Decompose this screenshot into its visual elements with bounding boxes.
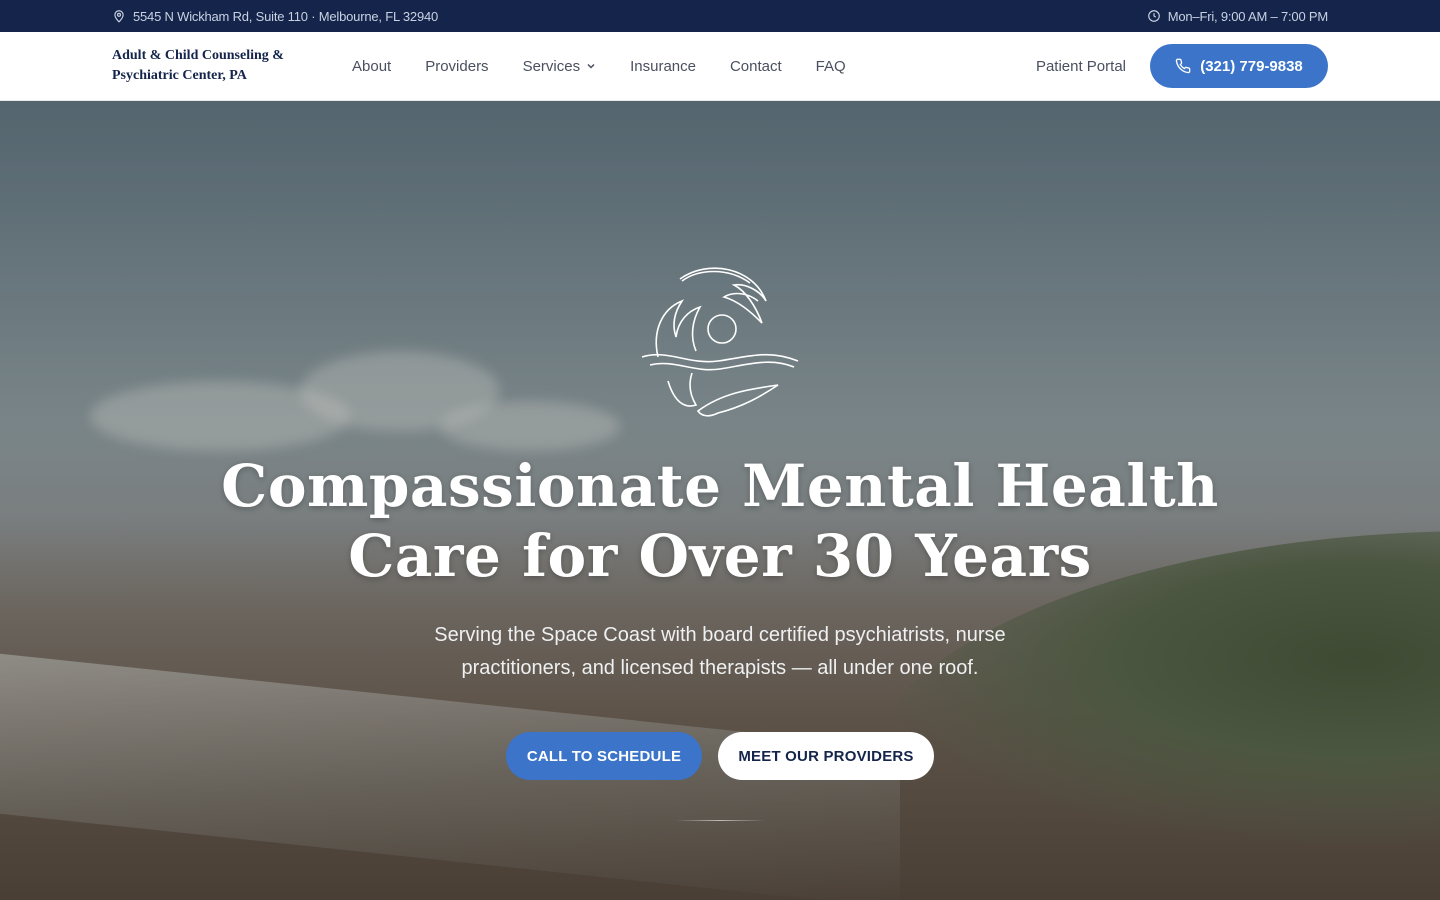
call-to-schedule-button[interactable]: CALL TO SCHEDULE: [506, 732, 702, 780]
address-info: 5545 N Wickham Rd, Suite 110 · Melbourne…: [112, 9, 438, 24]
hero-subtitle: Serving the Space Coast with board certi…: [434, 624, 1006, 679]
cloud-shape: [440, 401, 620, 451]
brand-line-1: Adult & Child Counseling &: [112, 48, 284, 63]
clock-icon: [1147, 10, 1160, 22]
top-info-bar: 5545 N Wickham Rd, Suite 110 · Melbourne…: [0, 0, 1440, 32]
brand-logo-text[interactable]: Adult & Child Counseling & Psychiatric C…: [112, 46, 302, 86]
nav-link-contact[interactable]: Contact: [730, 58, 782, 75]
phone-icon: [1175, 58, 1191, 74]
nav-links: About Providers Services Insurance Conta…: [352, 58, 880, 75]
hours-info: Mon–Fri, 9:00 AM – 7:00 PM: [1147, 9, 1328, 24]
hero-cta-group: CALL TO SCHEDULE MEET OUR PROVIDERS: [0, 732, 1440, 780]
brand-line-2: Psychiatric Center, PA: [112, 68, 247, 83]
meet-providers-button[interactable]: MEET OUR PROVIDERS: [718, 732, 934, 780]
hero-heading: Compassionate Mental Health Care for Ove…: [0, 451, 1440, 591]
hours-text: Mon–Fri, 9:00 AM – 7:00 PM: [1167, 8, 1328, 24]
nav-link-insurance[interactable]: Insurance: [630, 58, 696, 75]
hero-section: Compassionate Mental Health Care for Ove…: [0, 101, 1440, 900]
nav-link-services-label: Services: [522, 57, 581, 75]
address-text: 5545 N Wickham Rd, Suite 110 · Melbourne…: [133, 8, 439, 24]
scroll-indicator: [675, 820, 765, 821]
nav-right-group: Patient Portal (321) 779-9838: [1036, 44, 1328, 88]
dolphins-logo-icon: [641, 267, 799, 417]
nav-link-services[interactable]: Services: [523, 58, 597, 75]
map-pin-icon: [114, 10, 124, 23]
main-navbar: Adult & Child Counseling & Psychiatric C…: [0, 32, 1440, 101]
chevron-down-icon: [587, 63, 595, 69]
patient-portal-link[interactable]: Patient Portal: [1036, 58, 1126, 75]
hero-heading-line-2: Care for Over 30 Years: [348, 522, 1092, 590]
nav-link-about[interactable]: About: [352, 58, 391, 75]
nav-link-faq[interactable]: FAQ: [816, 58, 846, 75]
phone-number: (321) 779-9838: [1200, 57, 1303, 75]
hero-heading-line-1: Compassionate Mental Health: [221, 452, 1219, 520]
phone-call-button[interactable]: (321) 779-9838: [1150, 44, 1328, 88]
nav-link-providers[interactable]: Providers: [425, 58, 488, 75]
